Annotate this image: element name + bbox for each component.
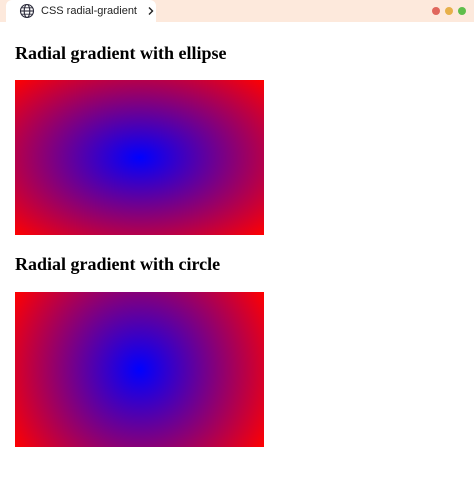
window-controls <box>432 7 466 15</box>
browser-tab[interactable]: CSS radial-gradient <box>6 0 156 22</box>
globe-icon <box>19 3 35 19</box>
tab-title: CSS radial-gradient <box>41 5 137 17</box>
maximize-window-button[interactable] <box>458 7 466 15</box>
chevron-right-icon[interactable] <box>147 6 155 16</box>
browser-tab-bar: CSS radial-gradient <box>0 0 474 22</box>
circle-gradient-box <box>15 292 264 447</box>
page-content: Radial gradient with ellipse Radial grad… <box>15 22 474 497</box>
browser-window: CSS radial-gradient Radial gradient with… <box>0 0 474 497</box>
ellipse-gradient-box <box>15 80 264 235</box>
ellipse-heading: Radial gradient with ellipse <box>15 43 227 63</box>
circle-heading: Radial gradient with circle <box>15 254 221 274</box>
minimize-window-button[interactable] <box>445 7 453 15</box>
close-window-button[interactable] <box>432 7 440 15</box>
